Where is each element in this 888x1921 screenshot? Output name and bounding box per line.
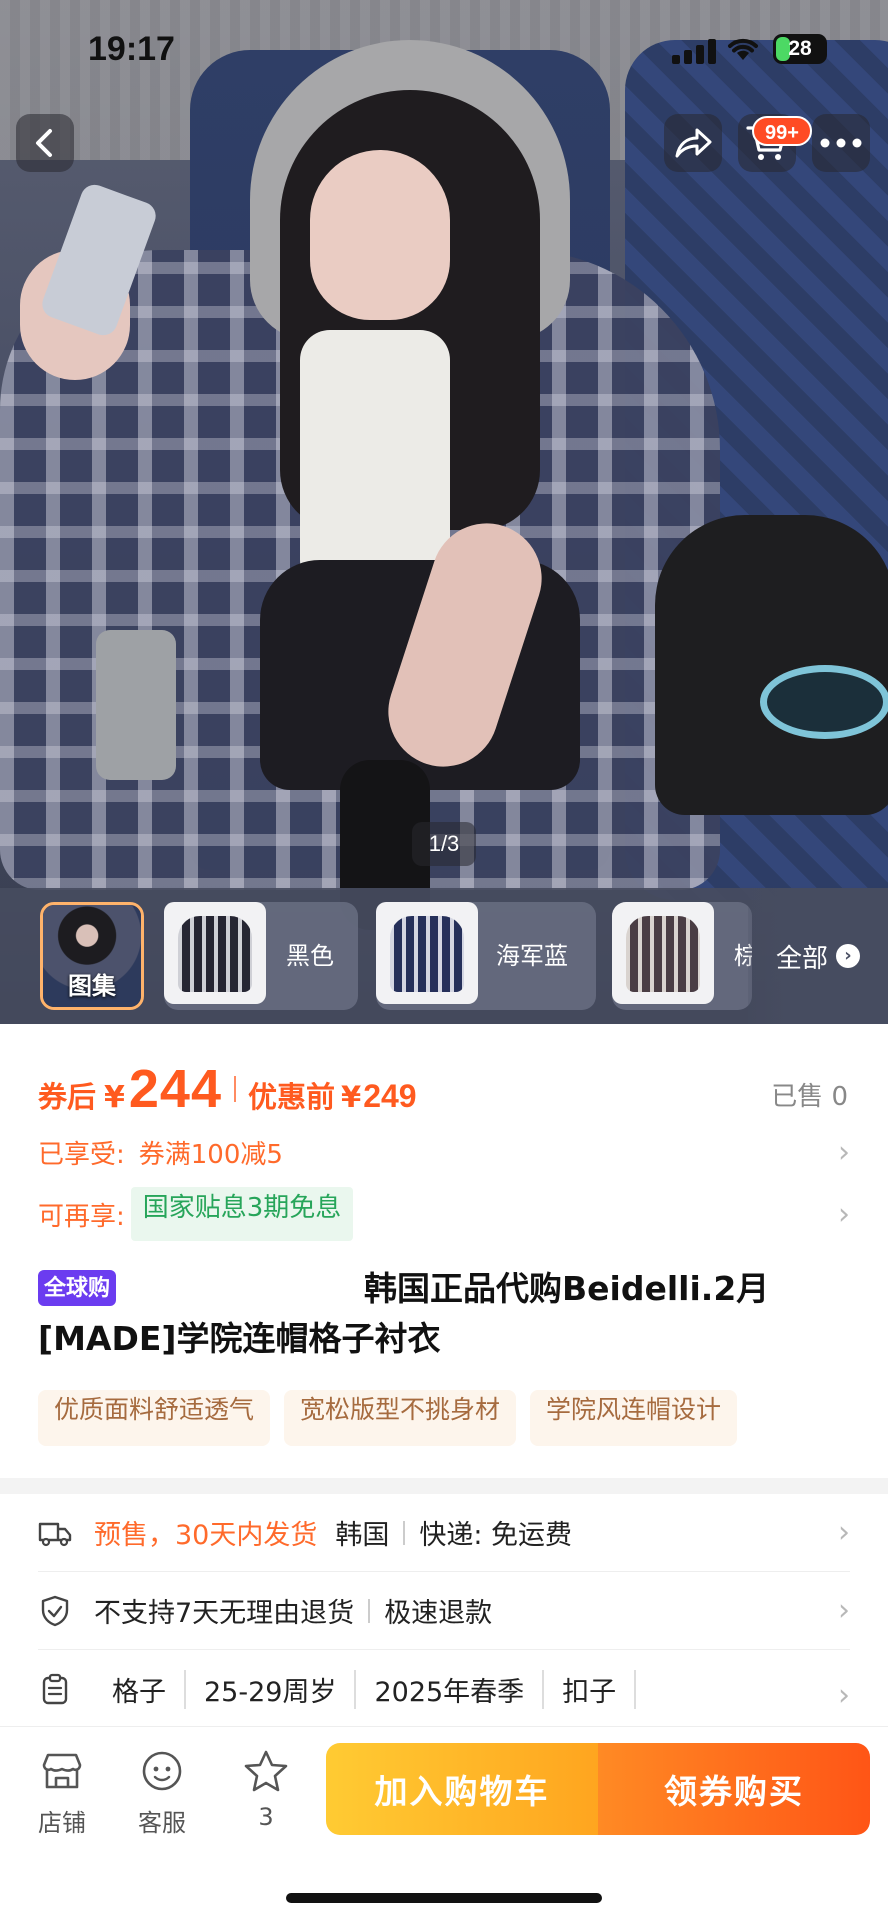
gallery-page-indicator: 1/3: [412, 822, 476, 866]
subsidy-tag: 国家贴息3期免息: [130, 1187, 354, 1241]
battery-level: 28: [788, 37, 812, 60]
chevron-right-icon: ›: [838, 1196, 850, 1232]
feature-tag: 优质面料舒适透气: [38, 1390, 271, 1446]
battery-icon: 28: [773, 34, 827, 64]
share-icon: [675, 128, 712, 158]
variant-label: 黑色: [286, 942, 334, 970]
hero-tee: [300, 330, 450, 590]
thumb-variant-brown[interactable]: 棕: [612, 902, 752, 1010]
attributes-row[interactable]: 格子 25-29周岁 2025年春季 扣子 ›: [38, 1650, 850, 1728]
store-label: 店铺: [38, 1809, 86, 1837]
before-discount-label: 优惠前: [248, 1080, 336, 1114]
more-promo-label: 可再享:: [38, 1201, 125, 1232]
chevron-right-icon: ›: [838, 1593, 850, 1628]
presale-shipping-text: 预售，30天内发货: [94, 1520, 318, 1551]
wifi-icon: [726, 34, 760, 68]
thumb-variant-black[interactable]: 黑色: [164, 902, 358, 1010]
currency-symbol: ¥: [104, 1080, 125, 1115]
price-row: 券后 ¥ 244 优惠前 ¥ 249: [38, 1058, 417, 1120]
store-button[interactable]: 店铺: [22, 1747, 102, 1838]
coupon-enjoyed-row[interactable]: 已享受: 券满100减5 ›: [38, 1130, 850, 1174]
buy-with-coupon-button[interactable]: 领券购买: [598, 1743, 870, 1835]
attr-season: 2025年春季: [356, 1669, 545, 1709]
view-all-label: 全部: [775, 943, 828, 974]
attr-age: 25-29周岁: [186, 1669, 357, 1709]
enjoyed-value: 券满100减5: [138, 1139, 283, 1170]
chevron-right-icon: ›: [836, 944, 860, 968]
favorite-button[interactable]: 3: [226, 1747, 306, 1831]
shipping-row[interactable]: 预售，30天内发货 韩国 快递: 免运费 ›: [38, 1494, 850, 1572]
thumb-gallery[interactable]: 图集: [40, 902, 144, 1010]
chevron-right-icon: ›: [838, 1678, 850, 1713]
origin-text: 韩国: [335, 1520, 390, 1551]
hero-seat-remote: [96, 630, 176, 780]
chevron-left-icon: [36, 129, 52, 157]
back-button[interactable]: [16, 114, 74, 172]
status-time: 19:17: [88, 30, 175, 68]
sold-count: 已售 0: [771, 1082, 848, 1112]
divider: [368, 1598, 371, 1623]
subsidy-row[interactable]: 可再享: 国家贴息3期免息 ›: [38, 1187, 850, 1241]
global-purchase-badge: 全球购: [38, 1270, 117, 1306]
spec-section: 预售，30天内发货 韩国 快递: 免运费 › 不支持7天无理由退货 极速退款 ›…: [0, 1494, 888, 1726]
share-button[interactable]: [664, 114, 722, 172]
delivery-text: 快递: 免运费: [419, 1520, 573, 1551]
hero-bag: [655, 515, 888, 815]
chevron-right-icon: ›: [838, 1134, 850, 1170]
after-coupon-label: 券后: [38, 1080, 97, 1114]
after-coupon-price: 244: [128, 1059, 222, 1119]
hero-bag-logo: [760, 665, 888, 739]
variant-navy-image: [376, 902, 478, 1004]
chevron-right-icon: ›: [838, 1515, 850, 1550]
thumb-variant-navy[interactable]: 海军蓝: [376, 902, 596, 1010]
before-discount-price: 249: [363, 1078, 417, 1114]
variant-brown-image: [612, 902, 714, 1004]
more-button[interactable]: [812, 114, 870, 172]
more-dots-icon: [820, 138, 862, 148]
feature-tag: 学院风连帽设计: [530, 1390, 738, 1446]
cart-count-badge: 99+: [752, 116, 812, 146]
truck-icon: [38, 1516, 72, 1550]
bottom-action-bar: 店铺 客服 3 加入购物车 领券购买: [0, 1726, 888, 1921]
shield-check-icon: [38, 1594, 72, 1628]
returns-row[interactable]: 不支持7天无理由退货 极速退款 ›: [38, 1572, 850, 1650]
home-indicator: [286, 1893, 602, 1903]
customer-service-icon: [122, 1747, 202, 1795]
price-divider: [234, 1076, 236, 1102]
product-title-text: 韩国正品代购Beidelli.2月[MADE]学院连帽格子衬衣: [38, 1269, 770, 1358]
store-icon: [22, 1747, 102, 1795]
currency-symbol: ¥: [341, 1080, 362, 1114]
status-bar: 19:17 28: [0, 0, 888, 96]
customer-service-button[interactable]: 客服: [122, 1747, 202, 1838]
attr-pattern: 格子: [94, 1669, 186, 1709]
feature-tag: 宽松版型不挑身材: [284, 1390, 517, 1446]
enjoyed-label: 已享受:: [38, 1139, 125, 1170]
product-title: 全球购 韩国正品代购Beidelli.2月[MADE]学院连帽格子衬衣: [38, 1264, 848, 1364]
attr-closure: 扣子: [544, 1669, 637, 1709]
view-all-button[interactable]: 全部 ›: [748, 888, 888, 1024]
hero-face: [310, 150, 450, 320]
service-label: 客服: [138, 1809, 186, 1837]
star-icon: [226, 1747, 306, 1795]
divider: [403, 1520, 406, 1545]
returns-policy-text: 不支持7天无理由退货: [94, 1598, 355, 1629]
refund-text: 极速退款: [384, 1598, 493, 1629]
clipboard-icon: [38, 1672, 72, 1706]
add-to-cart-button[interactable]: 加入购物车: [326, 1743, 598, 1835]
cellular-signal-icon: [672, 38, 716, 64]
gallery-thumb-label: 图集: [68, 972, 116, 1000]
product-info-card: 券后 ¥ 244 优惠前 ¥ 249 已售 0 已享受: 券满100减5 › 可…: [0, 1024, 888, 1488]
feature-tags: 优质面料舒适透气 宽松版型不挑身材 学院风连帽设计: [38, 1390, 738, 1446]
variant-label: 海军蓝: [496, 942, 568, 970]
section-divider: [0, 1478, 888, 1494]
variant-black-image: [164, 902, 266, 1004]
favorite-count: 3: [258, 1803, 274, 1831]
